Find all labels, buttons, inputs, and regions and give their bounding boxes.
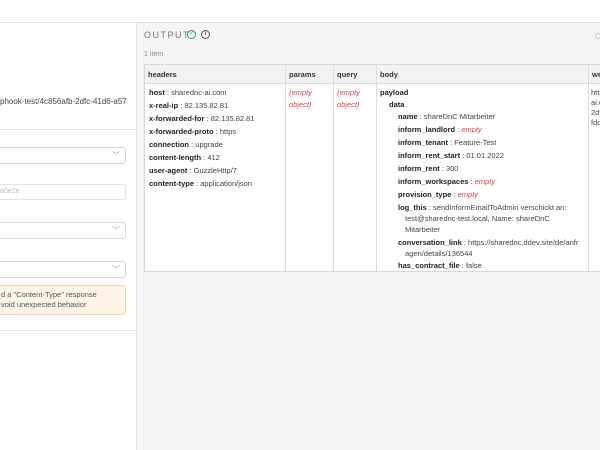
chevron-down-icon: ﹀ xyxy=(112,151,120,160)
chevron-down-icon: ﹀ xyxy=(112,226,120,235)
body-field: log_this : sendInformEmailToAdmin versch… xyxy=(398,203,567,212)
column-header-webhook[interactable]: wel xyxy=(589,65,600,84)
item-count: 1 item xyxy=(144,51,164,58)
column-divider xyxy=(588,65,589,271)
body-field: has_contract_file : false xyxy=(398,261,482,270)
body-field: inform_landlord : empty xyxy=(398,125,482,134)
header-row: host : sharednc-ai.com xyxy=(149,88,227,97)
header-row: content-type : application/json xyxy=(149,179,252,188)
content-type-notice: d a "Content-Type" response void unexpec… xyxy=(0,285,126,315)
body-field: conversation_link : https://sharednc.dde… xyxy=(398,238,579,247)
divider xyxy=(0,129,136,130)
body-data-key: data xyxy=(389,100,405,109)
column-header-body[interactable]: body xyxy=(377,65,588,84)
body-field-continuation: agen/details/136544 xyxy=(405,249,473,258)
body-field: inform_tenant : Feature-Test xyxy=(398,138,497,147)
column-divider xyxy=(285,65,286,271)
webhook-url-cell: http ai.c 2df fdd xyxy=(591,88,600,127)
params-empty-object: {empty object} xyxy=(289,88,312,109)
respond-select[interactable]: ﹀ xyxy=(0,261,126,278)
output-edge-control[interactable]: C xyxy=(595,32,600,41)
column-header-query[interactable]: query xyxy=(334,65,376,84)
body-field: name : shareDnC Mitarbeiter xyxy=(398,112,496,121)
header-row: user-agent : GuzzleHttp/7 xyxy=(149,166,237,175)
column-header-params[interactable]: params xyxy=(286,65,333,84)
header-row: x-real-ip : 82.135.82.81 xyxy=(149,101,229,110)
http-method-select[interactable]: ﹀ xyxy=(0,147,126,164)
output-title: OUTPUT xyxy=(144,30,190,40)
top-bar xyxy=(0,0,600,23)
query-empty-object: {empty object} xyxy=(337,88,360,109)
body-field-continuation: Mitarbeiter xyxy=(405,225,441,234)
header-row: x-forwarded-proto : https xyxy=(149,127,237,136)
body-field: provision_type : empty xyxy=(398,190,479,199)
header-row: x-forwarded-for : 82.135.82.81 xyxy=(149,114,255,123)
column-header-headers[interactable]: headers xyxy=(145,65,285,84)
notice-line-1: d a "Content-Type" response xyxy=(1,290,97,299)
header-row: connection : upgrade xyxy=(149,140,223,149)
header-row: content-length : 412 xyxy=(149,153,220,162)
info-icon[interactable]: i xyxy=(201,30,210,39)
chevron-down-icon: ﹀ xyxy=(112,265,120,274)
body-field-continuation: test@sharednc-test.local, Name: shareDnC xyxy=(405,214,550,223)
webhook-url-text[interactable]: phook-test/4c856afb-2dfc-41d6-a57 xyxy=(0,97,127,106)
notice-line-2: void unexpected behavior xyxy=(1,299,87,309)
body-payload-key: payload xyxy=(380,88,409,97)
success-check-icon: ✓ xyxy=(187,30,196,39)
authentication-select[interactable]: ﹀ xyxy=(0,222,126,239)
parameters-panel: phook-test/4c856afb-2dfc-41d6-a57 ﹀ a0e2… xyxy=(0,23,137,450)
body-field: inform_rent : 300 xyxy=(398,164,459,173)
body-field: inform_rent_start : 01.01.2022 xyxy=(398,151,504,160)
divider xyxy=(0,330,136,331)
body-field: inform_workspaces : empty xyxy=(398,177,496,186)
column-divider xyxy=(376,65,377,271)
output-table: headers params query body wel host : sha… xyxy=(144,64,600,272)
path-input[interactable]: a0e2e xyxy=(0,184,126,200)
column-divider xyxy=(333,65,334,271)
